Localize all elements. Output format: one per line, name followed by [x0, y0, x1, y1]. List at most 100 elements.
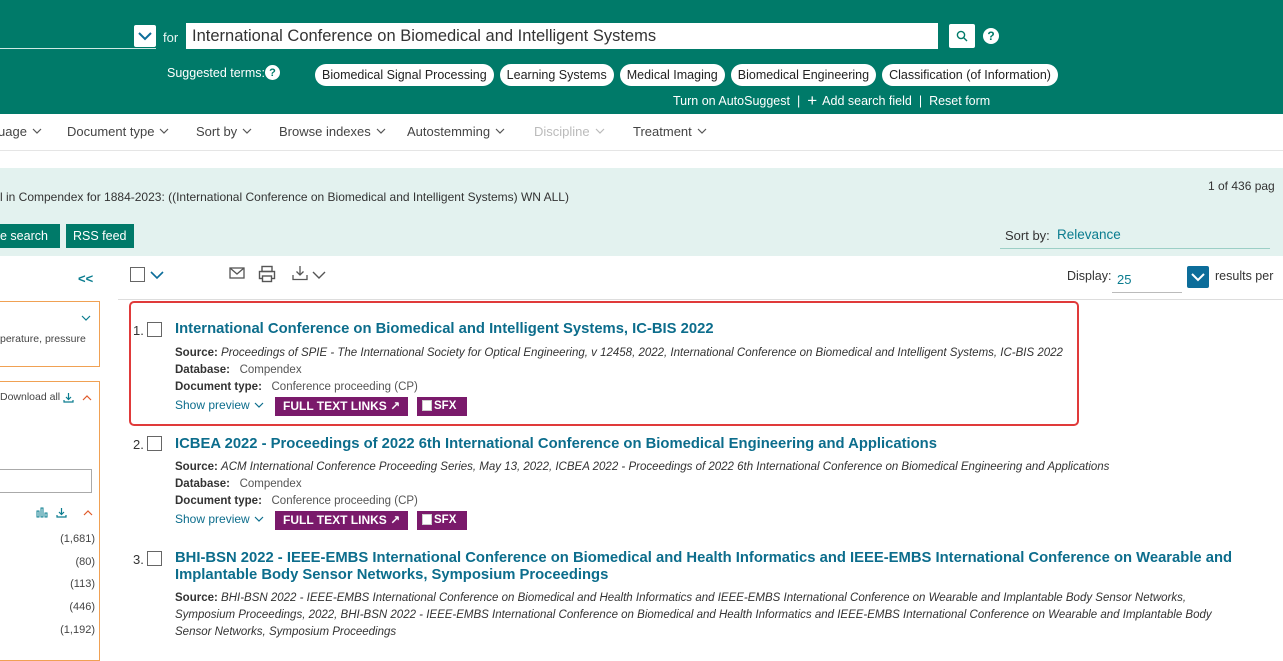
plus-icon: +	[807, 91, 818, 110]
rss-feed-button[interactable]: RSS feed	[66, 224, 134, 248]
result-number: 1.	[133, 323, 144, 338]
filter-treatment[interactable]: Treatment	[633, 124, 707, 139]
select-all-checkbox[interactable]	[130, 267, 145, 282]
chevron-down-icon	[160, 128, 169, 134]
for-label: for	[163, 30, 179, 45]
facet-tools	[36, 507, 93, 518]
results-per-page-select[interactable]: 25	[1117, 272, 1131, 287]
filter-label: Autostemming	[407, 124, 491, 139]
search-button[interactable]	[949, 24, 975, 48]
save-search-button[interactable]: e search	[0, 224, 60, 248]
chevron-down-icon	[495, 128, 505, 134]
add-search-field-link[interactable]: Add search field	[822, 94, 912, 108]
per-page-label: results per	[1215, 269, 1274, 283]
filter-language[interactable]: uage	[0, 124, 42, 139]
result-checkbox[interactable]	[147, 322, 162, 337]
external-link-icon: ↗	[390, 513, 401, 527]
facet-count: (113)	[70, 578, 95, 590]
suggested-term-chip[interactable]: Learning Systems	[499, 64, 614, 86]
chevron-down-icon	[376, 128, 386, 134]
filter-document-type[interactable]: Document type	[67, 124, 169, 139]
download-icon	[63, 392, 74, 403]
suggested-terms: Biomedical Signal Processing Learning Sy…	[315, 64, 1058, 86]
divider	[118, 299, 1283, 300]
filter-label: Discipline	[534, 124, 590, 139]
chevron-up-icon	[82, 394, 92, 400]
chevron-down-icon[interactable]	[312, 271, 326, 280]
result-database: Database: Compendex	[175, 478, 302, 490]
filter-label: Document type	[67, 124, 155, 139]
database-label: Database:	[175, 478, 230, 490]
result-title-link[interactable]: International Conference on Biomedical a…	[175, 321, 714, 337]
doctype-label: Document type:	[175, 495, 262, 507]
filter-sort-by[interactable]: Sort by	[196, 124, 252, 139]
result-title-link[interactable]: ICBEA 2022 - Proceedings of 2022 6th Int…	[175, 436, 937, 452]
result-checkbox[interactable]	[147, 551, 162, 566]
reset-form-link[interactable]: Reset form	[929, 94, 990, 108]
filter-browse-indexes[interactable]: Browse indexes	[279, 124, 386, 139]
suggested-term-chip[interactable]: Biomedical Signal Processing	[315, 64, 494, 86]
suggested-term-chip[interactable]: Classification (of Information)	[882, 64, 1058, 86]
chevron-down-icon	[595, 128, 605, 134]
results-header	[0, 168, 1283, 256]
search-field-selector[interactable]	[0, 48, 156, 49]
database-label: Database:	[175, 364, 230, 376]
doctype-value: Conference proceeding (CP)	[271, 381, 418, 393]
facet-text: perature, pressure	[0, 333, 86, 345]
suggested-terms-label: Suggested terms:	[167, 66, 265, 80]
facet-search-input[interactable]	[0, 469, 92, 493]
broken-image-icon	[422, 514, 432, 526]
result-doctype: Document type: Conference proceeding (CP…	[175, 495, 418, 507]
collapse-sidebar-button[interactable]: <<	[78, 271, 93, 286]
filter-label: Sort by	[196, 124, 238, 139]
facet-count: (1,192)	[60, 624, 95, 636]
search-header	[0, 0, 1283, 114]
full-text-links-button[interactable]: FULL TEXT LINKS ↗	[275, 511, 409, 530]
suggested-term-chip[interactable]: Medical Imaging	[619, 64, 725, 86]
autosuggest-link[interactable]: Turn on AutoSuggest	[673, 94, 790, 108]
doctype-value: Conference proceeding (CP)	[271, 495, 418, 507]
result-checkbox[interactable]	[147, 436, 162, 451]
source-text: BHI-BSN 2022 - IEEE-EMBS International C…	[175, 592, 1212, 638]
search-icon	[956, 30, 968, 42]
full-text-links-button[interactable]: FULL TEXT LINKS ↗	[275, 397, 409, 416]
sort-select[interactable]: Relevance	[1057, 227, 1121, 242]
show-preview-label: Show preview	[175, 512, 250, 526]
download-icon[interactable]	[292, 265, 308, 281]
sfx-button[interactable]: SFX	[417, 397, 467, 416]
search-input[interactable]	[186, 23, 938, 49]
form-links: Turn on AutoSuggest | + Add search field…	[673, 91, 990, 110]
print-icon[interactable]	[258, 265, 276, 283]
chevron-down-icon	[242, 128, 252, 134]
source-text: ACM International Conference Proceeding …	[221, 461, 1110, 473]
full-text-links-label: FULL TEXT LINKS	[283, 399, 387, 413]
help-icon[interactable]: ?	[983, 28, 999, 44]
chevron-down-icon	[254, 516, 264, 522]
chevron-down-icon	[697, 128, 707, 134]
sfx-button[interactable]: SFX	[417, 511, 467, 530]
sort-underline	[1000, 248, 1270, 249]
separator: |	[796, 94, 801, 108]
chart-icon[interactable]	[36, 507, 48, 518]
result-title-link[interactable]: BHI-BSN 2022 - IEEE-EMBS International C…	[175, 550, 1255, 584]
chevron-up-icon[interactable]	[83, 509, 93, 516]
chevron-down-icon[interactable]	[150, 271, 164, 280]
result-source: Source: BHI-BSN 2022 - IEEE-EMBS Interna…	[175, 590, 1235, 641]
show-preview-label: Show preview	[175, 398, 250, 412]
doctype-label: Document type:	[175, 381, 262, 393]
email-icon[interactable]	[229, 265, 245, 281]
download-all-link[interactable]: Download all	[0, 391, 92, 403]
download-icon[interactable]	[56, 507, 67, 518]
source-label: Source:	[175, 347, 218, 359]
show-preview-link[interactable]: Show preview	[175, 512, 264, 526]
suggested-term-chip[interactable]: Biomedical Engineering	[730, 64, 877, 86]
help-icon[interactable]: ?	[265, 65, 280, 80]
separator: |	[918, 94, 923, 108]
results-per-page-dropdown[interactable]	[1187, 266, 1209, 288]
field-dropdown-button[interactable]	[134, 25, 156, 47]
source-label: Source:	[175, 592, 218, 604]
show-preview-link[interactable]: Show preview	[175, 398, 264, 412]
chevron-down-icon[interactable]	[81, 309, 91, 327]
filter-autostemming[interactable]: Autostemming	[407, 124, 505, 139]
facet-count: (1,681)	[60, 533, 95, 545]
